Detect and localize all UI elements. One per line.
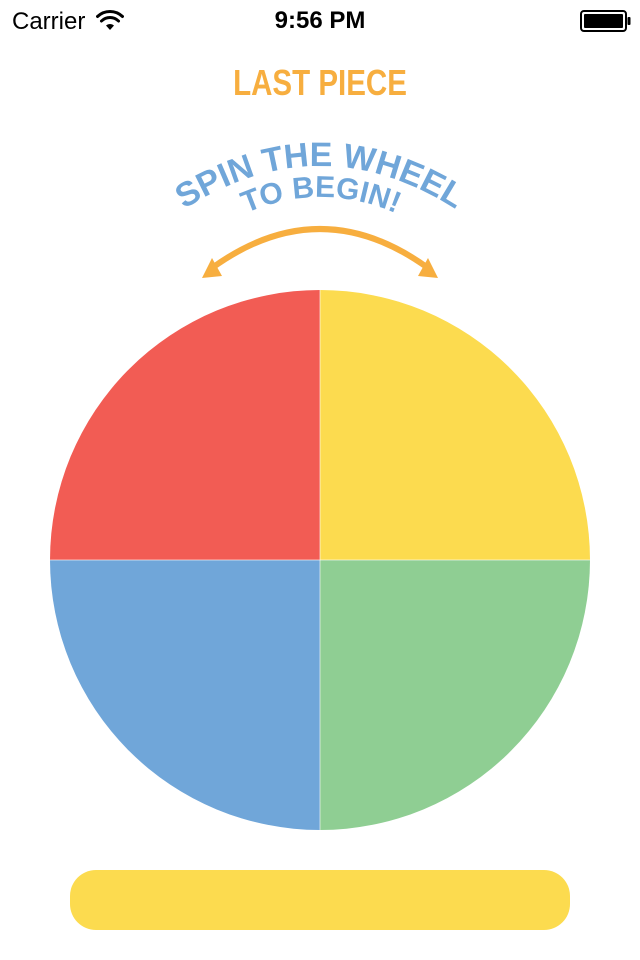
wheel-segment-bottom-left [50,560,320,830]
spin-button[interactable] [70,870,570,930]
wheel-segment-bottom-right [320,560,590,830]
battery-icon [580,10,631,32]
app-screen: Carrier 9:56 PM LAST PIECE SPIN THE WHEE… [0,0,640,960]
curved-double-arrow-icon [202,226,438,278]
page-title: LAST PIECE [233,62,407,103]
wheel-segment-top-left [50,290,320,560]
spin-instruction: SPIN THE WHEEL TO BEGIN! [169,136,471,278]
status-time: 9:56 PM [274,7,366,34]
spin-wheel[interactable] [50,290,590,830]
wheel-segment-top-right [320,290,590,560]
status-bar: Carrier 9:56 PM [0,0,640,40]
